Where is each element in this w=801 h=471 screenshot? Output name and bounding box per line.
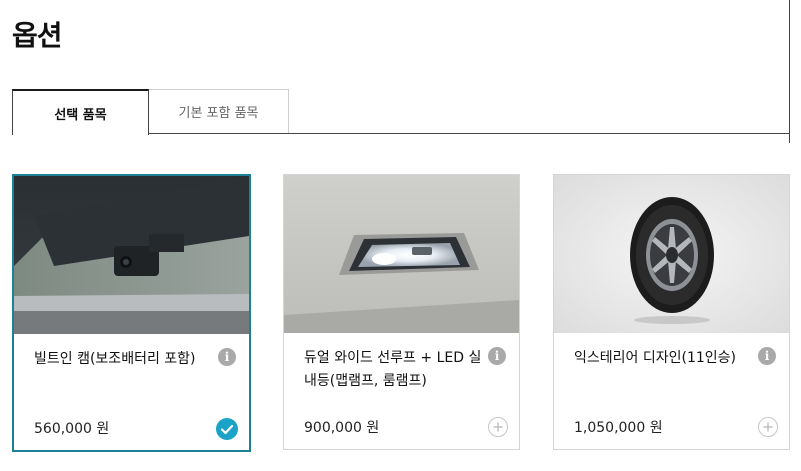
option-card-exterior-design[interactable]: 익스테리어 디자인(11인승) i 1,050,000 원 — [553, 174, 790, 450]
option-card-sunroof[interactable]: 듀얼 와이드 선루프 + LED 실내등(맵램프, 룸램프) i 900,000… — [283, 174, 520, 450]
wheel-image — [554, 175, 789, 333]
dashcam-image — [14, 176, 249, 334]
option-name: 듀얼 와이드 선루프 + LED 실내등(맵램프, 룸램프) — [304, 350, 482, 389]
option-price: 560,000 원 — [34, 421, 110, 437]
info-icon[interactable]: i — [218, 348, 236, 366]
plus-icon[interactable] — [488, 417, 508, 437]
interior-lamp-image — [284, 175, 519, 333]
info-icon[interactable]: i — [488, 347, 506, 365]
option-tabs: 선택 품목 기본 포함 품목 — [12, 89, 790, 135]
tab-selected-items[interactable]: 선택 품목 — [12, 89, 149, 135]
option-name: 익스테리어 디자인(11인승) — [574, 350, 736, 366]
check-icon[interactable] — [216, 418, 238, 440]
page-title: 옵션 — [12, 19, 63, 52]
option-price: 1,050,000 원 — [574, 420, 663, 436]
option-card-builtin-cam[interactable]: 빌트인 캠(보조배터리 포함) i 560,000 원 — [12, 174, 251, 452]
plus-icon[interactable] — [758, 417, 778, 437]
option-price: 900,000 원 — [304, 420, 380, 436]
option-name: 빌트인 캠(보조배터리 포함) — [34, 351, 196, 367]
info-icon[interactable]: i — [758, 347, 776, 365]
tab-default-items[interactable]: 기본 포함 품목 — [148, 89, 289, 133]
